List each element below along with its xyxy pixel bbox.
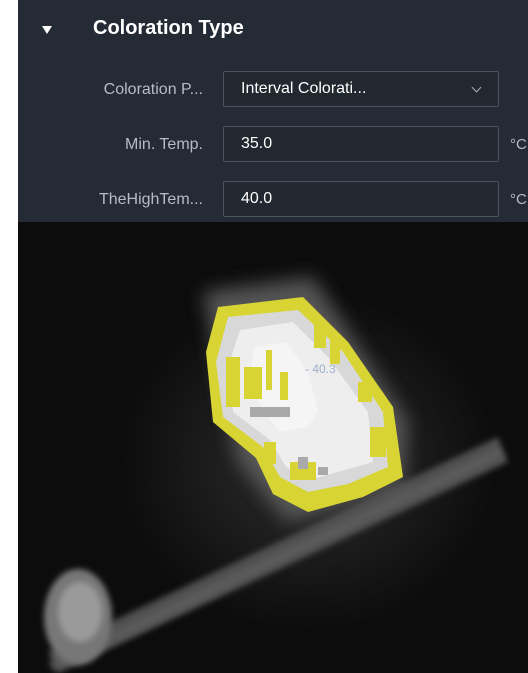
palette-row: Coloration P... Interval Colorati... bbox=[18, 71, 528, 109]
thermal-image-view[interactable]: - 40.3 bbox=[18, 222, 528, 673]
temperature-marker: - 40.3 bbox=[305, 362, 336, 376]
high-temp-input[interactable]: 40.0 bbox=[223, 181, 499, 217]
palette-select-value: Interval Colorati... bbox=[241, 80, 367, 97]
thermal-scene bbox=[18, 222, 528, 673]
palette-select[interactable]: Interval Colorati... bbox=[223, 71, 499, 107]
coloration-section-header[interactable]: Coloration Type bbox=[18, 0, 528, 56]
coloration-panel: Coloration Type Coloration P... Interval… bbox=[18, 0, 528, 222]
high-temp-label: TheHighTem... bbox=[98, 191, 203, 208]
min-temp-label: Min. Temp. bbox=[125, 136, 203, 153]
min-temp-value: 35.0 bbox=[241, 135, 273, 152]
blob-lower-left bbox=[44, 569, 112, 665]
high-temp-unit: °C bbox=[510, 191, 527, 208]
section-title: Coloration Type bbox=[93, 17, 244, 39]
chevron-down-icon[interactable] bbox=[471, 82, 482, 93]
high-temp-value: 40.0 bbox=[241, 190, 273, 207]
palette-label: Coloration P... bbox=[103, 81, 203, 98]
min-temp-unit: °C bbox=[510, 136, 527, 153]
high-temp-row: TheHighTem... 40.0 °C bbox=[18, 181, 528, 219]
min-temp-row: Min. Temp. 35.0 °C bbox=[18, 126, 528, 164]
min-temp-input[interactable]: 35.0 bbox=[223, 126, 499, 162]
collapse-caret-icon[interactable] bbox=[42, 26, 52, 34]
